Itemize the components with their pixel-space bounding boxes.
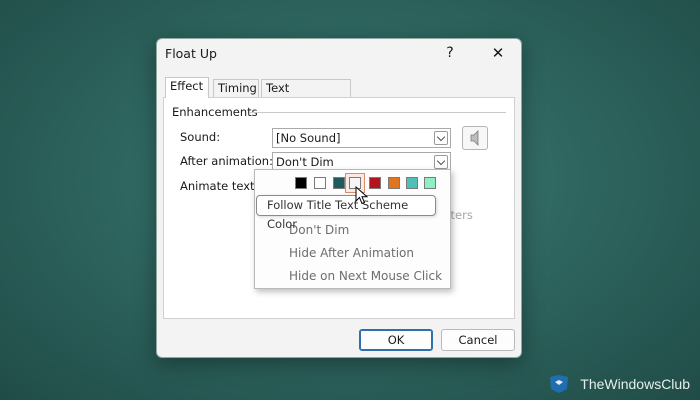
after-animation-value: Don't Dim	[276, 155, 334, 169]
swatch-tooltip: Follow Title Text Scheme Color	[256, 195, 436, 231]
animate-text-label: Animate text:	[180, 179, 259, 193]
color-swatch-teal[interactable]	[333, 177, 345, 189]
help-button[interactable]: ?	[441, 43, 459, 63]
enhancements-heading: Enhancements	[172, 105, 258, 119]
chevron-down-icon[interactable]	[434, 131, 448, 145]
tab-effect[interactable]: Effect	[165, 77, 209, 98]
thewindowsclub-logo-icon	[550, 375, 568, 393]
section-divider	[250, 112, 506, 113]
color-swatch-orange[interactable]	[388, 177, 400, 189]
color-swatch-red[interactable]	[369, 177, 381, 189]
tab-timing[interactable]: Timing	[213, 79, 259, 97]
color-swatch-black[interactable]	[295, 177, 307, 189]
speaker-icon	[470, 130, 479, 146]
dialog-title: Float Up	[165, 46, 217, 61]
after-animation-label: After animation:	[180, 154, 273, 168]
mouse-pointer-icon	[355, 186, 369, 205]
chevron-down-icon[interactable]	[434, 155, 448, 169]
watermark-text: TheWindowsClub	[580, 376, 690, 392]
tab-text-animation[interactable]: Text Animation	[261, 79, 351, 112]
menu-item-dont-dim[interactable]: Don't Dim	[289, 223, 349, 237]
sound-value: [No Sound]	[276, 131, 341, 145]
close-button[interactable]: ✕	[489, 43, 507, 63]
speaker-button[interactable]	[462, 126, 488, 150]
color-swatch-mint[interactable]	[424, 177, 436, 189]
color-swatch-white[interactable]	[314, 177, 326, 189]
sound-label: Sound:	[180, 130, 221, 144]
color-swatch-aqua[interactable]	[406, 177, 418, 189]
cancel-button[interactable]: Cancel	[441, 329, 515, 351]
menu-item-hide-on-next-click[interactable]: Hide on Next Mouse Click	[289, 269, 442, 283]
ok-button[interactable]: OK	[359, 329, 433, 351]
sound-combo[interactable]: [No Sound]	[272, 128, 451, 148]
menu-item-hide-after-animation[interactable]: Hide After Animation	[289, 246, 414, 260]
